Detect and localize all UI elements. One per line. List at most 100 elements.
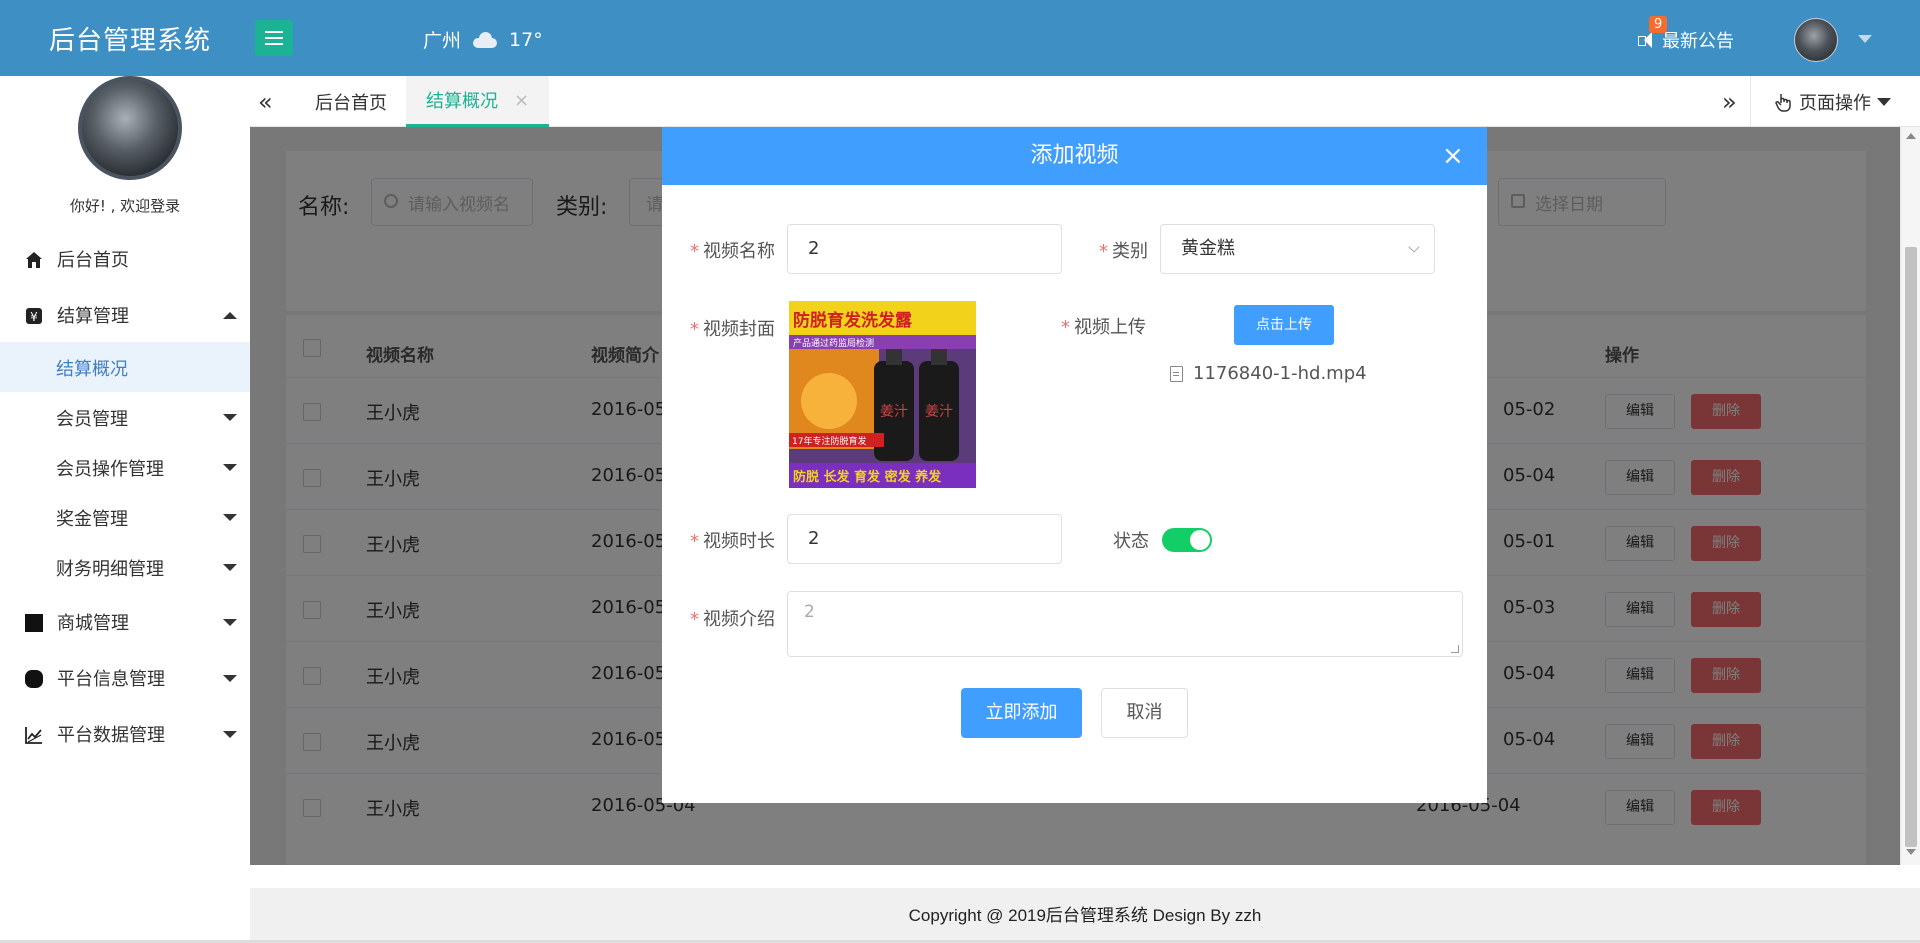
svg-text:防脱 长发 育发 密发 养发: 防脱 长发 育发 密发 养发: [793, 469, 942, 485]
cover-image[interactable]: 防脱育发洗发露 产品通过药监局检测 姜汁 姜汁 17年专注防脱育发 防脱 长发 …: [789, 301, 976, 488]
cloud-icon: [471, 31, 499, 48]
cover-label: * 视频封面: [690, 319, 775, 340]
category-select[interactable]: 黄金糕: [1160, 224, 1435, 274]
top-header: 后台管理系统 广州 17° 最新公告 9: [0, 0, 1920, 76]
double-chevron-left-icon[interactable]: «: [258, 88, 273, 116]
speaker-icon: [1636, 30, 1658, 50]
chevron-down-icon: [223, 514, 237, 521]
tab-label: 后台首页: [315, 92, 387, 114]
home-icon: [26, 252, 42, 268]
tab-label: 结算概况: [426, 91, 498, 112]
document-icon: [1170, 365, 1183, 382]
svg-text:姜汁: 姜汁: [925, 404, 953, 420]
video-name-input[interactable]: 2: [787, 224, 1062, 274]
svg-text:防脱育发洗发露: 防脱育发洗发露: [793, 310, 913, 331]
menu-toggle-button[interactable]: [255, 20, 293, 56]
file-name: 1176840-1-hd.mp4: [1193, 363, 1367, 384]
sidebar-item-settlement[interactable]: ¥ 结算管理: [0, 290, 250, 340]
scroll-up-icon[interactable]: [1906, 133, 1916, 139]
sidebar-item-settlement-overview[interactable]: 结算概况: [0, 342, 250, 392]
resize-handle-icon[interactable]: [1451, 645, 1459, 653]
submit-button[interactable]: 立即添加: [961, 688, 1082, 738]
duration-label: * 视频时长: [690, 531, 775, 552]
sidebar-item-bonus[interactable]: 奖金管理: [0, 492, 250, 542]
chart-line-icon: [25, 727, 42, 744]
sidebar-item-label: 会员操作管理: [56, 459, 164, 480]
app-logo: 后台管理系统: [49, 26, 212, 56]
close-icon[interactable]: ×: [1442, 141, 1464, 171]
dialog-header: 添加视频: [662, 127, 1487, 185]
sidebar-item-finance[interactable]: 财务明细管理: [0, 542, 250, 592]
chevron-down-icon: [223, 464, 237, 471]
tab-bar: « 后台首页 结算概况 × » 页面操作: [250, 76, 1920, 127]
uploaded-file[interactable]: 1176840-1-hd.mp4: [1170, 363, 1367, 384]
close-icon[interactable]: ×: [514, 90, 529, 111]
double-chevron-right-icon[interactable]: »: [1722, 88, 1737, 116]
sidebar-item-mall[interactable]: 商城管理: [0, 597, 250, 647]
sidebar-item-member[interactable]: 会员管理: [0, 392, 250, 442]
page-ops-label: 页面操作: [1799, 92, 1871, 114]
sidebar-item-label: 平台数据管理: [57, 725, 165, 746]
chevron-down-icon: [223, 619, 237, 626]
copyright-text: Copyright @ 2019后台管理系统 Design By zzh: [908, 906, 1262, 925]
sidebar-item-platform-data[interactable]: 平台数据管理: [0, 709, 250, 759]
tab-settlement-overview[interactable]: 结算概况 ×: [406, 76, 550, 127]
upload-button[interactable]: 点击上传: [1234, 305, 1334, 345]
city-label: 广州: [423, 30, 462, 52]
sidebar-item-label: 奖金管理: [56, 509, 128, 530]
temperature: 17°: [509, 28, 543, 51]
category-label: * 类别: [1099, 241, 1148, 262]
toggle-knob: [1190, 530, 1210, 550]
sidebar: 你好! , 欢迎登录 后台首页 ¥ 结算管理 结算概况 会员管理 会员操作管理 …: [0, 76, 250, 943]
intro-label: * 视频介绍: [690, 609, 775, 630]
caret-down-icon: [1877, 97, 1891, 106]
svg-text:姜汁: 姜汁: [880, 404, 908, 420]
chevron-down-icon: [223, 675, 237, 682]
chevron-down-icon: [223, 564, 237, 571]
hamburger-icon: [265, 31, 283, 33]
welcome-text: 你好! , 欢迎登录: [69, 197, 181, 215]
notice-label: 最新公告: [1662, 31, 1734, 52]
page-ops-dropdown[interactable]: 页面操作: [1750, 76, 1920, 127]
duration-input[interactable]: 2: [787, 514, 1062, 564]
svg-text:17年专注防脱育发: 17年专注防脱育发: [792, 435, 866, 447]
footer: Copyright @ 2019后台管理系统 Design By zzh: [250, 888, 1920, 943]
square-icon: [25, 614, 43, 632]
caret-down-icon[interactable]: [1858, 35, 1872, 43]
sidebar-item-label: 会员管理: [56, 409, 128, 430]
scroll-down-icon[interactable]: [1906, 849, 1916, 855]
chevron-down-icon: [223, 731, 237, 738]
sidebar-item-member-ops[interactable]: 会员操作管理: [0, 442, 250, 492]
sidebar-item-label: 后台首页: [57, 250, 129, 271]
sidebar-item-label: 结算管理: [57, 306, 129, 327]
chevron-down-icon: [1408, 241, 1420, 253]
page-scrollbar[interactable]: [1900, 127, 1920, 865]
circle-icon: [25, 670, 43, 688]
sidebar-item-platform-info[interactable]: 平台信息管理: [0, 653, 250, 703]
tab-home[interactable]: 后台首页: [315, 76, 387, 127]
sidebar-item-label: 商城管理: [57, 613, 129, 634]
status-label: 状态: [1113, 531, 1149, 552]
cancel-button[interactable]: 取消: [1101, 688, 1188, 738]
add-video-dialog: 添加视频 × * 视频名称 2 * 类别 黄金糕 * 视频封面 防脱育发洗发露 产品通…: [662, 127, 1487, 803]
video-name-label: * 视频名称: [690, 241, 775, 262]
svg-text:产品通过药监局检测: 产品通过药监局检测: [793, 337, 874, 349]
product-image: 防脱育发洗发露 产品通过药监局检测 姜汁 姜汁 17年专注防脱育发 防脱 长发 …: [789, 301, 976, 488]
sidebar-item-label: 平台信息管理: [57, 669, 165, 690]
notice-count-badge: 9: [1649, 16, 1668, 33]
dialog-title: 添加视频: [1030, 143, 1119, 168]
sidebar-item-home[interactable]: 后台首页: [0, 234, 250, 284]
sidebar-item-label: 结算概况: [56, 359, 128, 380]
sidebar-avatar: [78, 76, 182, 180]
chevron-up-icon: [223, 312, 237, 319]
yen-icon: ¥: [26, 308, 42, 324]
intro-textarea[interactable]: 2: [787, 591, 1463, 657]
hand-pointer-icon: [1775, 93, 1791, 112]
chevron-down-icon: [223, 414, 237, 421]
weather-widget: 广州 17°: [423, 26, 543, 53]
svg-text:¥: ¥: [30, 310, 38, 324]
scroll-thumb[interactable]: [1905, 247, 1917, 847]
upload-label: * 视频上传: [1061, 317, 1146, 338]
status-toggle[interactable]: [1162, 528, 1212, 552]
user-avatar[interactable]: [1794, 18, 1838, 62]
